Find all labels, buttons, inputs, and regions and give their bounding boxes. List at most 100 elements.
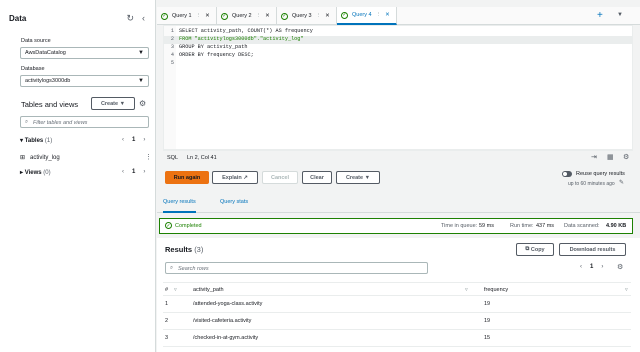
tab-query-1[interactable]: ✓ Query 1 ⋮ ✕ — [157, 7, 217, 25]
success-check-icon: ✓ — [281, 12, 288, 20]
views-count: (0) — [43, 170, 51, 176]
tab-menu-icon[interactable]: ⋮ — [196, 13, 202, 19]
download-results-button[interactable]: Download results — [559, 243, 626, 256]
line-code: GROUP BY activity_path — [179, 44, 248, 50]
tab-menu-icon[interactable]: ⋮ — [376, 12, 382, 18]
tab-label: Query 3 — [292, 13, 312, 19]
explain-button[interactable]: Explain ↗ — [212, 171, 258, 184]
cancel-button[interactable]: Cancel — [262, 171, 298, 184]
close-icon[interactable]: ✕ — [265, 13, 270, 19]
close-icon[interactable]: ✕ — [385, 12, 390, 18]
table-row: 2 /visited-cafeteria.activity 19 — [163, 314, 631, 330]
row-frequency: 19 — [484, 301, 491, 307]
database-select[interactable]: activitylogs3000db ▼ — [20, 75, 149, 87]
run-again-button[interactable]: Run again — [165, 171, 209, 184]
copy-label: Copy — [530, 246, 545, 253]
table-actions-icon[interactable]: ⋮ — [145, 153, 152, 161]
line-code: FROM "activitylogs3000db"."activity_log" — [179, 36, 304, 42]
column-header-index: # — [165, 287, 169, 293]
settings-gear-icon[interactable]: ⚙ — [139, 99, 146, 108]
data-sidebar: Data ↻ ‹ Data source AwsDataCatalog ▼ Da… — [0, 0, 156, 352]
refresh-icon[interactable]: ↻ — [126, 13, 134, 24]
results-count: (3) — [194, 245, 204, 254]
line-code: SELECT activity_path, COUNT(*) AS freque… — [179, 28, 313, 34]
column-header-frequency[interactable]: frequency — [484, 287, 508, 293]
next-page-icon[interactable]: › — [601, 264, 603, 270]
results-table-header: # ▿ activity_path ▿ frequency ▿ — [163, 282, 631, 296]
create-button[interactable]: Create ▼ — [336, 171, 380, 184]
next-page-icon[interactable]: › — [143, 137, 145, 143]
caret-down-icon: ▼ — [138, 50, 144, 56]
copy-button[interactable]: ⧉ Copy — [516, 243, 554, 256]
close-icon[interactable]: ✕ — [325, 13, 330, 19]
tab-label: Query 1 — [172, 13, 192, 19]
next-page-icon[interactable]: › — [143, 169, 145, 175]
copy-icon: ⧉ — [525, 246, 530, 252]
format-icon[interactable]: ⇥ — [591, 153, 597, 161]
explain-label: Explain — [222, 174, 242, 181]
prev-page-icon[interactable]: ‹ — [122, 169, 124, 175]
row-activity-path: /attended-yoga-class.activity — [193, 301, 263, 307]
results-page-number[interactable]: 1 — [590, 264, 593, 270]
success-check-icon: ✓ — [221, 12, 228, 20]
reuse-results-toggle[interactable] — [562, 171, 572, 177]
reuse-results-label: Reuse query results — [576, 171, 625, 177]
reuse-results-sub: up to 60 minutes ago — [568, 181, 615, 187]
tables-page-number[interactable]: 1 — [132, 137, 135, 143]
prev-page-icon[interactable]: ‹ — [122, 137, 124, 143]
column-header-activity-path[interactable]: activity_path — [193, 287, 224, 293]
table-settings-icon[interactable]: ⚙ — [617, 263, 623, 271]
views-page-number[interactable]: 1 — [132, 169, 135, 175]
caret-down-icon: ▾ — [20, 138, 24, 144]
clear-button[interactable]: Clear — [302, 171, 332, 184]
sql-editor[interactable]: 1 SELECT activity_path, COUNT(*) AS freq… — [163, 25, 633, 150]
data-source-select[interactable]: AwsDataCatalog ▼ — [20, 47, 149, 59]
tab-menu-icon[interactable]: ⋮ — [316, 13, 322, 19]
shortcuts-icon[interactable]: ▦ — [607, 153, 614, 161]
editor-settings-icon[interactable]: ⚙ — [623, 153, 629, 161]
editor-line: 2 FROM "activitylogs3000db"."activity_lo… — [164, 36, 632, 44]
prev-page-icon[interactable]: ‹ — [580, 264, 582, 270]
tab-query-4[interactable]: ✓ Query 4 ⋮ ✕ — [337, 7, 397, 25]
caret-down-icon: ▼ — [119, 100, 126, 107]
tab-menu-icon[interactable]: ⋮ — [256, 13, 262, 19]
search-placeholder: Search rows — [178, 266, 209, 272]
row-index: 1 — [165, 301, 169, 307]
close-icon[interactable]: ✕ — [205, 13, 210, 19]
search-icon: ⌕ — [170, 265, 174, 271]
expand-table-icon[interactable]: ⊞ — [20, 154, 25, 161]
success-check-icon: ✓ — [165, 222, 172, 229]
cursor-position: Ln 2, Col 41 — [187, 155, 217, 161]
filter-tables-input[interactable]: ⌕ Filter tables and views — [20, 116, 149, 128]
tab-query-results[interactable]: Query results — [163, 199, 196, 213]
results-title: Results (3) — [165, 245, 203, 254]
line-number: 5 — [170, 60, 174, 66]
sidebar-controls: ↻ ‹ — [126, 13, 145, 24]
query-tabs: ✓ Query 1 ⋮ ✕ ✓ Query 2 ⋮ ✕ ✓ Query 3 ⋮ … — [157, 7, 640, 25]
search-rows-input[interactable]: ⌕ Search rows — [165, 262, 428, 274]
data-scanned-label: Data scanned: — [564, 223, 600, 229]
tables-pager: ‹ 1 › — [122, 137, 145, 143]
collapse-icon[interactable]: ‹ — [142, 13, 145, 24]
run-time-label: Run time: — [510, 223, 534, 229]
edit-icon[interactable]: ✎ — [619, 179, 624, 186]
add-tab-icon[interactable]: + — [597, 10, 603, 21]
tabs-dropdown-icon[interactable]: ▼ — [617, 12, 623, 18]
tab-query-3[interactable]: ✓ Query 3 ⋮ ✕ — [277, 7, 337, 25]
create-table-label: Create — [100, 100, 119, 107]
table-row: 3 /checked-in-at-gym.activity 15 — [163, 331, 631, 347]
success-check-icon: ✓ — [161, 12, 168, 20]
create-table-button[interactable]: Create ▼ — [91, 97, 135, 110]
time-in-queue-label: Time in queue: — [441, 223, 478, 229]
results-pager: ‹ 1 › — [580, 264, 603, 270]
editor-statusbar: SQL Ln 2, Col 41 ⇥ ▦ ⚙ — [163, 150, 633, 164]
caret-right-icon: ▸ — [20, 170, 24, 176]
tab-query-stats[interactable]: Query stats — [220, 199, 248, 205]
sort-icon[interactable]: ▿ — [465, 287, 468, 293]
tab-query-2[interactable]: ✓ Query 2 ⋮ ✕ — [217, 7, 277, 25]
sort-icon[interactable]: ▿ — [174, 287, 177, 293]
sort-icon[interactable]: ▿ — [625, 287, 628, 293]
tab-label: Query 2 — [232, 13, 252, 19]
table-item-activity-log[interactable]: ⊞ activity_log — [20, 154, 60, 162]
